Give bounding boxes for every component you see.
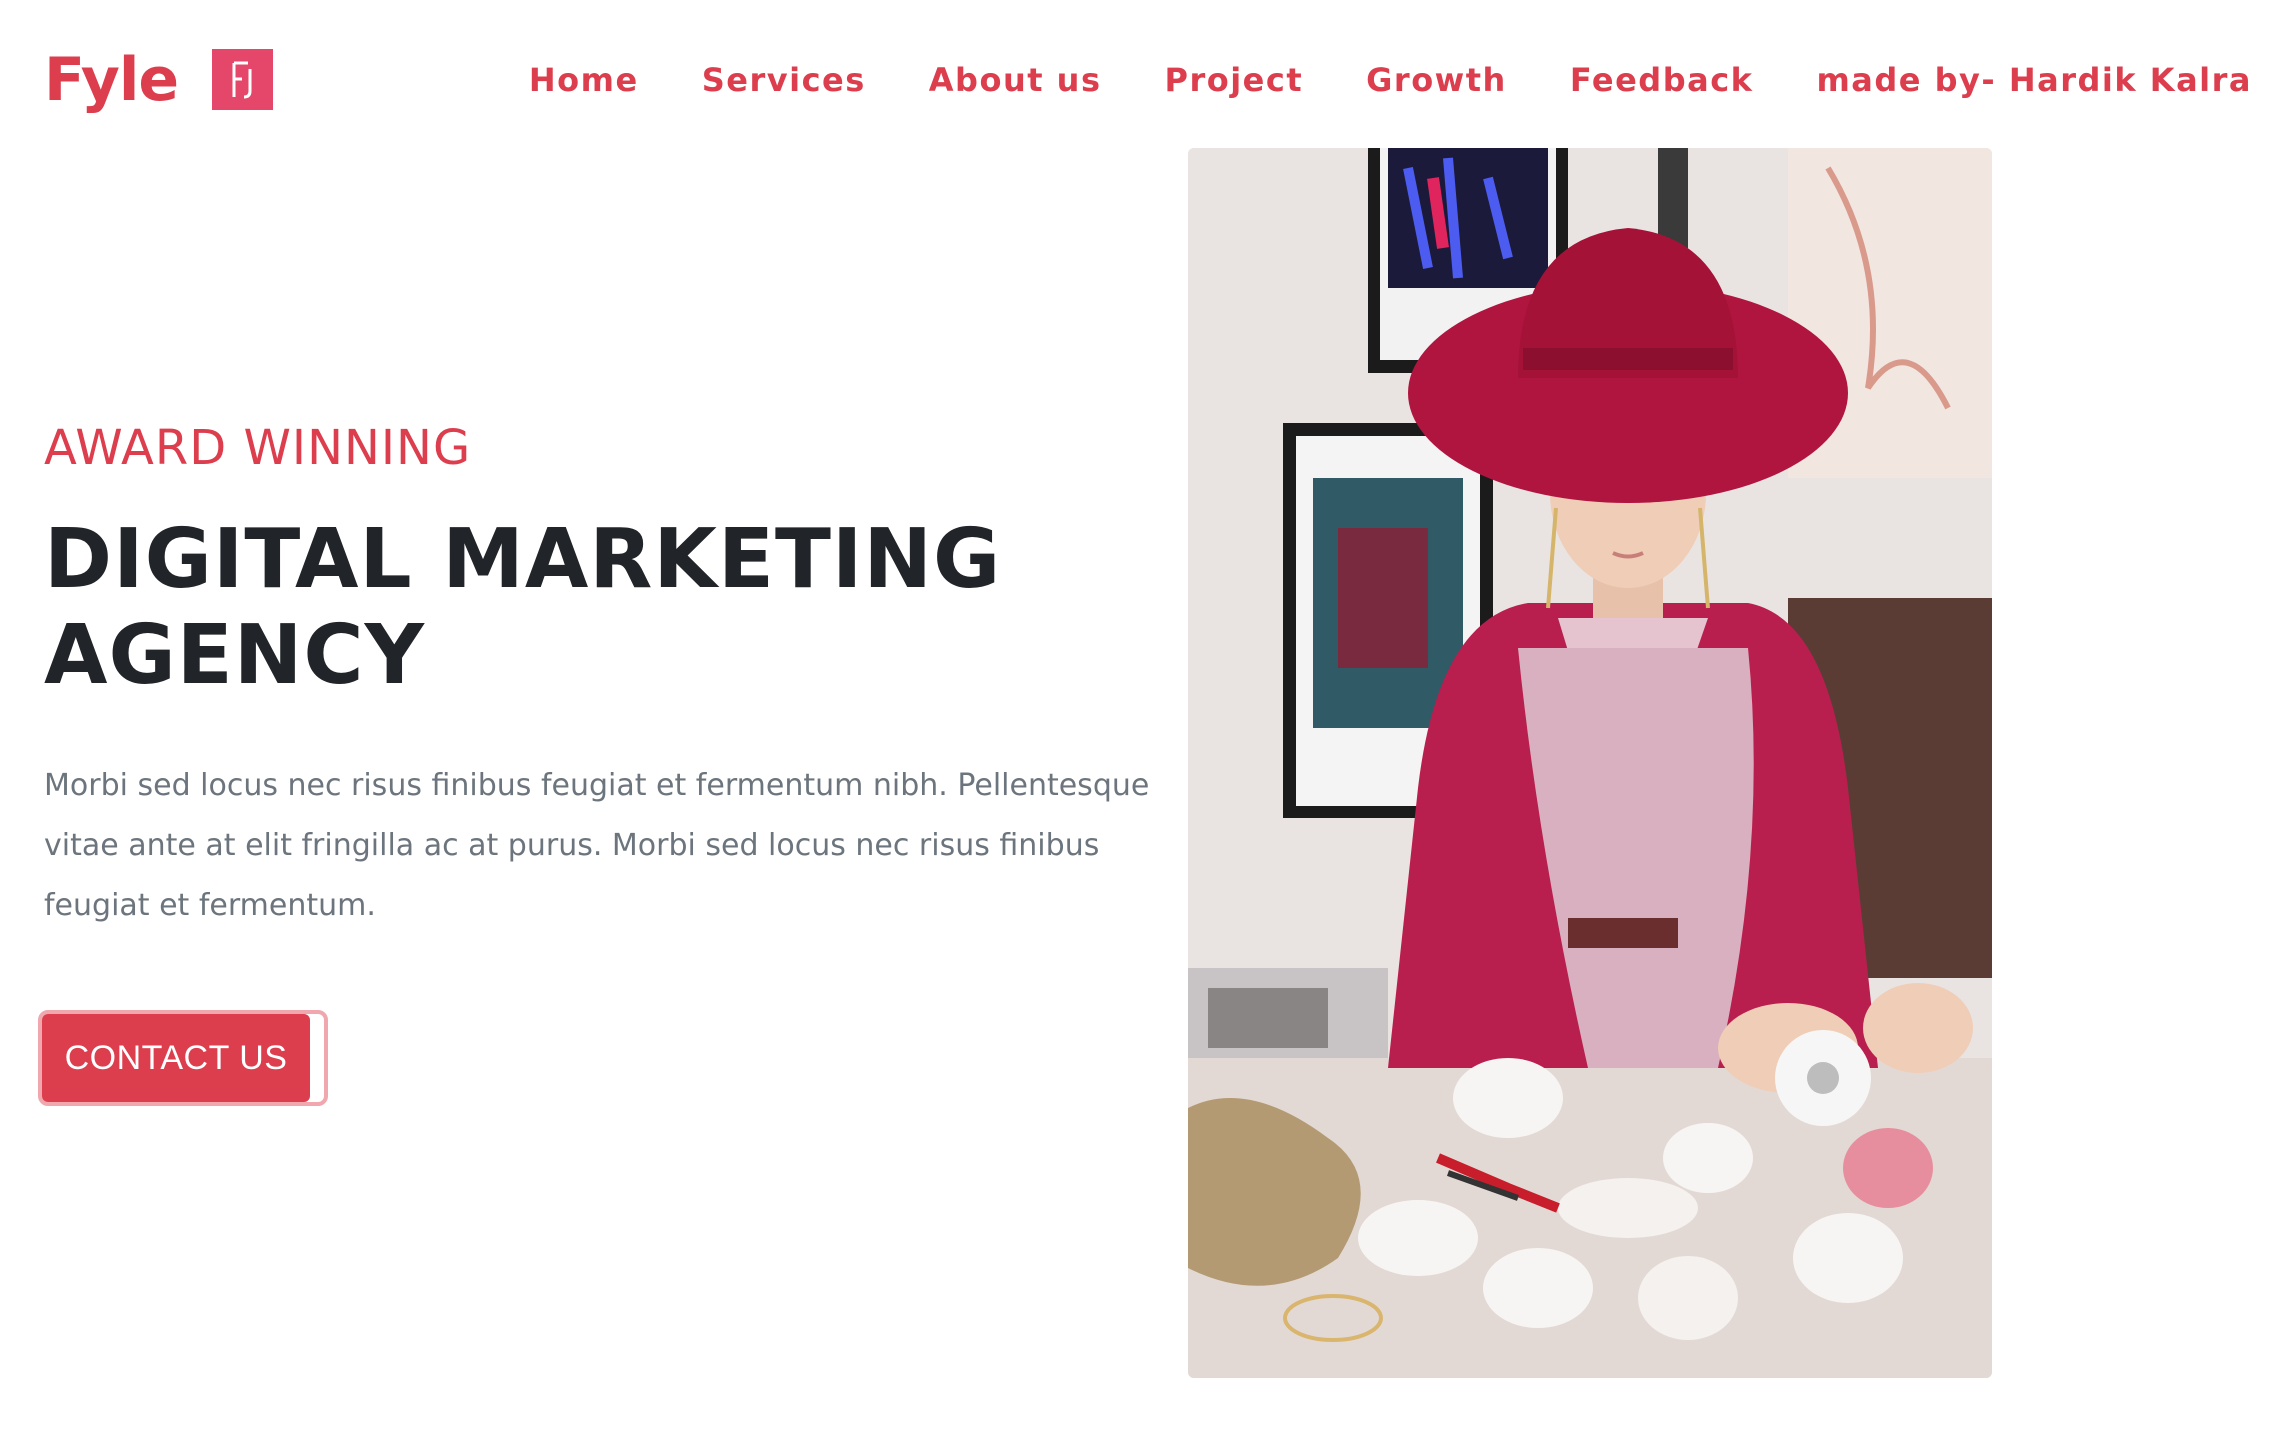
nav-item-home[interactable]: Home	[529, 58, 639, 102]
nav-item-feedback[interactable]: Feedback	[1570, 58, 1754, 102]
brand-name[interactable]: Fyle	[44, 44, 179, 116]
nav-item-growth[interactable]: Growth	[1366, 58, 1507, 102]
contact-us-button[interactable]: CONTACT US	[42, 1014, 310, 1102]
nav-item-made-by[interactable]: made by- Hardik Kalra	[1816, 58, 2252, 102]
nav-item-about-us[interactable]: About us	[929, 58, 1102, 102]
brand[interactable]: Fyle	[44, 44, 274, 116]
main-nav: Home Services About us Project Growth Fe…	[529, 58, 2252, 102]
hero-description-line: feugiat et fermentum.	[44, 888, 376, 923]
hero-eyebrow: AWARD WINNING	[44, 420, 472, 476]
hero-description: Morbi sed locus nec risus finibus feugia…	[44, 756, 1150, 936]
hero-description-line: vitae ante at elit fringilla ac at purus…	[44, 828, 1100, 863]
site-header: Fyle Home Services About us Project Grow…	[0, 0, 2284, 150]
hero-headline-line: AGENCY	[44, 608, 425, 703]
contact-us-button-focus-ring: CONTACT US	[38, 1010, 328, 1106]
nav-item-project[interactable]: Project	[1164, 58, 1303, 102]
hero-photo	[1188, 148, 1992, 1378]
hero-description-line: Morbi sed locus nec risus finibus feugia…	[44, 768, 1150, 803]
nav-item-services[interactable]: Services	[702, 58, 866, 102]
hero-headline: DIGITAL MARKETING AGENCY	[44, 512, 1124, 704]
fyle-logo-icon[interactable]	[212, 48, 274, 110]
hero-photo-woman-in-red-hat	[1188, 148, 1992, 1378]
hero-headline-line: DIGITAL MARKETING	[44, 512, 1002, 607]
